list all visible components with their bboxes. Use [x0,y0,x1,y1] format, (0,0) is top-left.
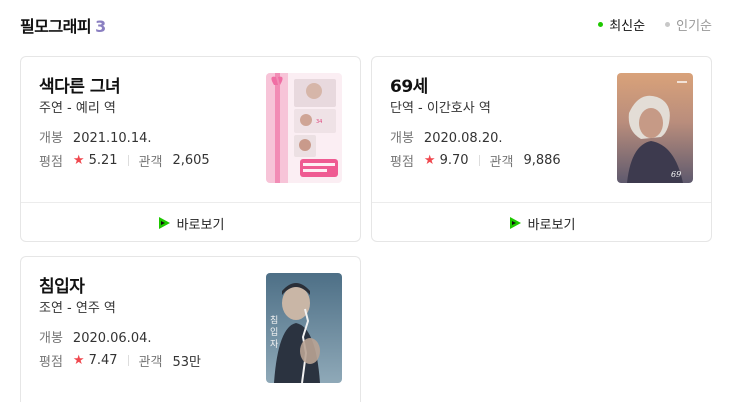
svg-text:69: 69 [671,170,681,179]
watch-now-button[interactable]: 바로보기 [21,202,360,241]
audience-label: 관객 [489,155,514,170]
movie-card[interactable]: 69세 단역 - 이간호사 역 개봉 2020.08.20. 평점 ★ 9.70 … [371,56,712,242]
section-title: 필모그래피 3 [20,13,106,37]
svg-text:34: 34 [316,119,322,125]
movie-card[interactable]: 침입자 조연 - 연주 역 개봉 2020.06.04. 평점 ★ 7.47 관객… [20,256,361,402]
audience-label: 관객 [138,155,163,170]
movie-card-body[interactable]: 침입자 조연 - 연주 역 개봉 2020.06.04. 평점 ★ 7.47 관객… [21,257,360,402]
movie-role: 주연 - 예리 역 [39,101,116,116]
release-label: 개봉 [39,131,63,146]
star-icon: ★ [72,353,85,368]
release-label: 개봉 [390,131,414,146]
movie-role: 조연 - 연주 역 [39,301,116,316]
play-icon [158,217,170,229]
movie-stats: 평점 ★ 9.70 관객 9,886 [390,151,561,170]
star-icon: ★ [423,153,436,168]
movie-stats: 평점 ★ 5.21 관객 2,605 [39,151,210,170]
movie-poster[interactable]: 69 [617,73,693,183]
movie-role: 단역 - 이간호사 역 [390,101,491,116]
audience-label: 관객 [138,355,163,370]
divider [127,355,129,366]
movie-stats: 평점 ★ 7.47 관객 53만 [39,351,201,370]
release-info: 개봉 2021.10.14. [39,127,152,146]
watch-now-label: 바로보기 [527,217,576,233]
watch-now-label: 바로보기 [176,217,225,233]
rating-label: 평점 [390,155,414,170]
audience-value: 53만 [172,355,201,370]
divider [478,155,480,166]
rating-value: 9.70 [439,153,469,168]
svg-text:입: 입 [270,326,278,338]
star-icon: ★ [72,153,85,168]
rating-value: 5.21 [88,153,118,168]
release-info: 개봉 2020.06.04. [39,327,152,346]
movie-card-body[interactable]: 69세 단역 - 이간호사 역 개봉 2020.08.20. 평점 ★ 9.70 … [372,57,711,202]
active-dot-icon [598,22,604,27]
rating-label: 평점 [39,155,63,170]
filmography-header: 필모그래피 3 최신순 인기순 [20,13,712,37]
movie-card-body[interactable]: 색다른 그녀 주연 - 예리 역 개봉 2021.10.14. 평점 ★ 5.21… [21,57,360,202]
sort-popular-button[interactable]: 인기순 [665,15,712,34]
release-date: 2020.08.20. [423,131,503,146]
release-label: 개봉 [39,331,63,346]
filmography-count: 3 [95,17,106,36]
svg-text:자: 자 [270,339,279,350]
sort-popular-label: 인기순 [676,19,712,34]
watch-now-button[interactable]: 바로보기 [372,202,711,241]
divider [127,155,129,166]
rating-label: 평점 [39,355,63,370]
movie-card[interactable]: 색다른 그녀 주연 - 예리 역 개봉 2021.10.14. 평점 ★ 5.21… [20,56,361,242]
movie-poster[interactable]: 침 입 자 [266,273,342,383]
play-icon [509,217,521,229]
movie-title[interactable]: 침입자 [39,272,85,297]
movie-title[interactable]: 69세 [390,72,428,97]
svg-text:침: 침 [270,315,278,326]
movie-title[interactable]: 색다른 그녀 [39,72,121,97]
release-date: 2020.06.04. [72,331,152,346]
rating-value: 7.47 [88,353,118,368]
audience-value: 9,886 [523,153,561,168]
section-title-text: 필모그래피 [20,17,92,36]
release-date: 2021.10.14. [72,131,152,146]
audience-value: 2,605 [172,153,210,168]
inactive-dot-icon [665,22,671,27]
sort-latest-button[interactable]: 최신순 [598,15,645,34]
release-info: 개봉 2020.08.20. [390,127,503,146]
sort-options: 최신순 인기순 [598,15,712,34]
movie-poster[interactable]: 34 [266,73,342,183]
sort-latest-label: 최신순 [609,19,646,34]
